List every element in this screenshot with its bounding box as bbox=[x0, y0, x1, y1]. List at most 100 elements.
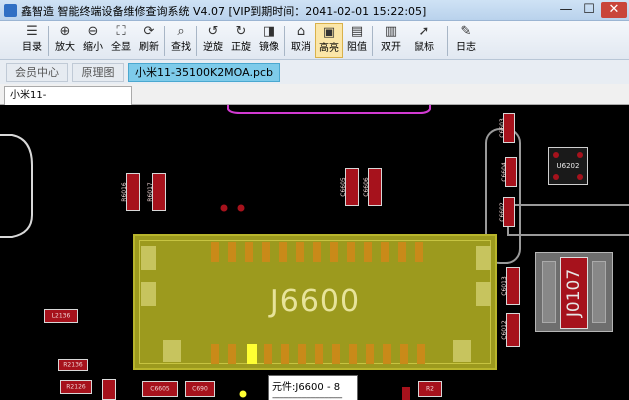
document-tab-bar: 小米11-35100K2MOA.pcb bbox=[0, 84, 629, 118]
tab-pcb[interactable]: 小米11-35100K2MOA.pcb bbox=[128, 63, 280, 82]
connector-pin bbox=[313, 242, 321, 262]
connector-label: J6600 bbox=[269, 284, 361, 319]
connector-pin bbox=[281, 344, 289, 364]
tooltip-title: 元件:J6600 - 8 bbox=[272, 382, 341, 393]
fit-icon: ⛶ bbox=[116, 24, 126, 39]
rotate-cw-icon: ↻ bbox=[235, 24, 247, 39]
pin-dot bbox=[553, 152, 559, 158]
toolbar-button-split[interactable]: ▥ 双开 bbox=[377, 23, 405, 58]
capacitor-c6605[interactable]: C6605 bbox=[340, 168, 359, 206]
minimize-button[interactable]: — bbox=[555, 2, 577, 18]
resistor-r2136[interactable]: R2136 bbox=[58, 359, 88, 371]
split-icon: ▥ bbox=[384, 24, 398, 39]
connector-pin bbox=[347, 242, 355, 262]
connector-pin bbox=[264, 344, 272, 364]
maximize-button[interactable]: ☐ bbox=[578, 2, 600, 18]
resistor-r6016[interactable]: R6016 bbox=[121, 173, 140, 211]
small-pad bbox=[102, 379, 116, 400]
resistor-r2-bottom[interactable]: R2 bbox=[418, 381, 442, 397]
capacitor-c6605-bottom[interactable]: C6605 bbox=[142, 381, 178, 397]
board-edge-right-2 bbox=[507, 204, 629, 236]
resistor-r2126[interactable]: R2126 bbox=[60, 380, 92, 394]
corner-pad bbox=[476, 246, 491, 270]
rotate-ccw-icon: ↺ bbox=[207, 24, 219, 39]
component-j0107[interactable]: J0107 bbox=[535, 252, 613, 332]
connector-pin bbox=[330, 242, 338, 262]
tab-member-center[interactable]: 会员中心 bbox=[6, 63, 68, 82]
cancel-icon: ⌂ bbox=[296, 24, 306, 39]
close-button[interactable]: ✕ bbox=[601, 2, 627, 18]
corner-pad bbox=[476, 282, 491, 306]
connector-pin bbox=[315, 344, 323, 364]
corner-pad bbox=[453, 340, 471, 362]
capacitor-c6602[interactable]: C6602 bbox=[499, 197, 515, 227]
toolbar-button-log[interactable]: ✎ 日志 bbox=[452, 23, 480, 58]
pin-dot bbox=[577, 152, 583, 158]
toolbar-button-refresh[interactable]: ⟳ 刷新 bbox=[135, 23, 163, 58]
zoom-in-icon: ⊕ bbox=[59, 24, 71, 39]
toolbar-button-cancel[interactable]: ⌂ 取消 bbox=[287, 23, 315, 58]
connector-pin bbox=[364, 242, 372, 262]
connector-pin bbox=[381, 242, 389, 262]
connector-pin bbox=[211, 344, 219, 364]
connector-pin bbox=[400, 344, 408, 364]
via bbox=[237, 204, 245, 212]
list-icon: ☰ bbox=[26, 24, 38, 39]
pad bbox=[542, 261, 556, 323]
component-tooltip: 元件:J6600 - 8 ---------------------------… bbox=[268, 375, 358, 400]
title-bar: 鑫智造 智能终端设备维修查询系统 V4.07 [VIP到期时间：2041-02-… bbox=[0, 0, 629, 21]
mirror-icon: ◨ bbox=[262, 24, 276, 39]
pcb-canvas[interactable]: R6016 R6017 C6605 C6606 C6603 C6604 C660… bbox=[0, 105, 629, 400]
connector-pin bbox=[349, 344, 357, 364]
toolbar-button-search[interactable]: ⌕ 查找 bbox=[167, 23, 195, 58]
small-pad bbox=[402, 387, 410, 400]
capacitor-c6013[interactable]: C6013 bbox=[501, 267, 520, 305]
toolbar: ☰ 目录 ⊕ 放大 ⊖ 缩小 ⛶ 全显 ⟳ 刷新 ⌕ 查找 ↺ 逆旋 ↻ 正旋 … bbox=[0, 21, 629, 60]
connector-pin bbox=[398, 242, 406, 262]
connector-pin bbox=[417, 344, 425, 364]
app-icon bbox=[4, 4, 17, 17]
toolbar-button-cursor[interactable]: ➚ 鼠标 bbox=[406, 23, 442, 58]
selected-via bbox=[239, 390, 247, 398]
toolbar-button-resistance[interactable]: ▤ 阻值 bbox=[343, 23, 371, 58]
resistance-icon: ▤ bbox=[350, 24, 364, 39]
connector-pin bbox=[245, 242, 253, 262]
tab-schematic[interactable]: 原理图 bbox=[72, 63, 124, 82]
zoom-out-icon: ⊖ bbox=[87, 24, 99, 39]
corner-pad bbox=[141, 282, 156, 306]
toolbar-button-catalog[interactable]: ☰ 目录 bbox=[18, 23, 46, 58]
resistor-r6017[interactable]: R6017 bbox=[147, 173, 166, 211]
connector-j6600[interactable]: J6600 bbox=[133, 234, 497, 370]
board-edge bbox=[0, 134, 33, 238]
connector-pin-highlighted[interactable] bbox=[247, 344, 257, 364]
connector-pin bbox=[415, 242, 423, 262]
magenta-trace bbox=[227, 105, 431, 114]
body: J0107 bbox=[560, 257, 588, 329]
connector-pin bbox=[228, 242, 236, 262]
connector-pin bbox=[228, 344, 236, 364]
capacitor-c6603[interactable]: C6603 bbox=[499, 113, 515, 143]
inductor-l2136[interactable]: L2136 bbox=[44, 309, 78, 323]
refresh-icon: ⟳ bbox=[143, 24, 155, 39]
pad bbox=[592, 261, 606, 323]
connector-pin bbox=[366, 344, 374, 364]
connector-pin bbox=[279, 242, 287, 262]
chip-u6202[interactable]: U6202 bbox=[548, 147, 588, 185]
pin-dot bbox=[577, 174, 583, 180]
connector-pin bbox=[262, 242, 270, 262]
connector-pin bbox=[298, 344, 306, 364]
document-tab-pcb[interactable]: 小米11-35100K2MOA.pcb bbox=[4, 86, 132, 118]
capacitor-c690[interactable]: C690 bbox=[185, 381, 215, 397]
cursor-icon: ➚ bbox=[418, 24, 430, 39]
pin-dot bbox=[553, 174, 559, 180]
toolbar-button-mirror[interactable]: ◨ 镜像 bbox=[255, 23, 283, 58]
connector-pin bbox=[211, 242, 219, 262]
search-icon: ⌕ bbox=[177, 24, 185, 39]
tooltip-divider: ------------------------------- bbox=[272, 393, 343, 400]
connector-pin bbox=[383, 344, 391, 364]
connector-pin bbox=[332, 344, 340, 364]
capacitor-c6604[interactable]: C6604 bbox=[501, 157, 517, 187]
capacitor-c6012[interactable]: C6012 bbox=[501, 313, 520, 347]
window-title: 鑫智造 智能终端设备维修查询系统 V4.07 [VIP到期时间：2041-02-… bbox=[21, 5, 427, 18]
capacitor-c6606[interactable]: C6606 bbox=[363, 168, 382, 206]
